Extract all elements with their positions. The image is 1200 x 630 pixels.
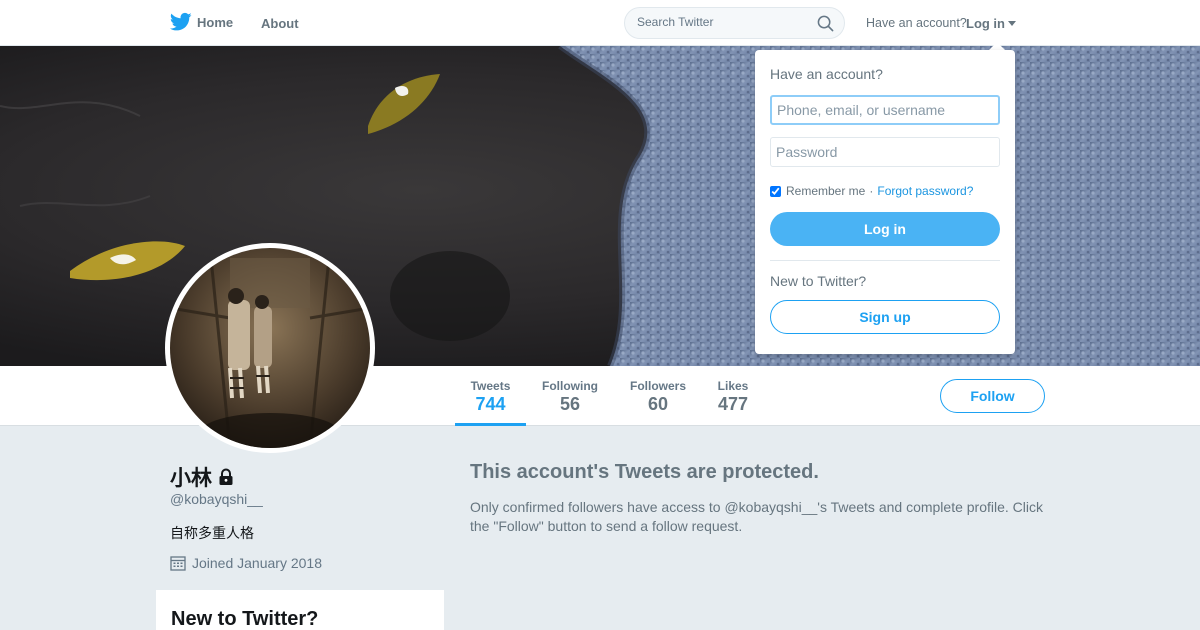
stat-following[interactable]: Following 56	[535, 366, 605, 426]
login-dropdown: Have an account? Remember me · Forgot pa…	[755, 50, 1015, 354]
top-navigation-bar: Home About Have an account? Log in	[0, 0, 1200, 46]
separator: ·	[869, 184, 874, 198]
search-input[interactable]	[637, 15, 807, 29]
nav-home-link[interactable]: Home	[170, 12, 233, 32]
nav-home-label: Home	[197, 14, 234, 30]
stat-likes[interactable]: Likes 477	[710, 366, 756, 426]
remember-me-row: Remember me · Forgot password?	[770, 184, 973, 198]
dropdown-divider	[770, 260, 1000, 261]
chevron-down-icon	[1008, 21, 1016, 26]
stat-tweets-label: Tweets	[470, 379, 511, 393]
signup-card: New to Twitter?	[156, 590, 444, 630]
stat-tweets-value: 744	[475, 394, 506, 414]
profile-handle[interactable]: @kobayqshi__	[170, 491, 263, 507]
lock-icon	[219, 468, 233, 485]
login-button[interactable]: Log in	[770, 212, 1000, 246]
profile-joined-text: Joined January 2018	[192, 555, 322, 571]
forgot-password-link[interactable]: Forgot password?	[877, 184, 973, 198]
stat-tweets[interactable]: Tweets 744	[455, 366, 526, 426]
search-box[interactable]	[624, 7, 845, 39]
login-toggle-label: Log in	[966, 16, 1005, 31]
search-icon[interactable]	[817, 15, 834, 32]
protected-title: This account's Tweets are protected.	[470, 461, 819, 483]
remember-me-label[interactable]: Remember me	[786, 184, 865, 198]
profile-name-text: 小林	[170, 467, 212, 490]
login-dropdown-heading: Have an account?	[770, 66, 883, 82]
password-input[interactable]	[770, 137, 1000, 167]
nav-about-link[interactable]: About	[261, 16, 299, 31]
stat-followers[interactable]: Followers 60	[624, 366, 692, 426]
signup-card-title: New to Twitter?	[171, 608, 319, 630]
stat-following-label: Following	[542, 379, 598, 393]
signup-button[interactable]: Sign up	[770, 300, 1000, 334]
remember-me-checkbox[interactable]	[770, 185, 781, 197]
avatar[interactable]	[165, 243, 375, 453]
stat-likes-value: 477	[717, 394, 749, 414]
new-to-twitter-text: New to Twitter?	[770, 273, 867, 289]
username-input[interactable]	[770, 95, 1000, 125]
stat-likes-label: Likes	[717, 379, 749, 393]
avatar-image	[170, 248, 370, 448]
protected-body: Only confirmed followers have access to …	[470, 499, 1044, 534]
stat-followers-label: Followers	[629, 379, 686, 393]
stat-followers-value: 60	[647, 394, 669, 414]
calendar-icon	[170, 556, 186, 571]
stat-following-value: 56	[559, 394, 581, 414]
have-account-text: Have an account?	[866, 16, 967, 30]
profile-joined: Joined January 2018	[170, 555, 322, 571]
follow-button[interactable]: Follow	[940, 379, 1045, 413]
login-dropdown-toggle[interactable]: Log in	[966, 16, 1016, 31]
profile-name: 小林	[170, 462, 235, 492]
twitter-bird-icon	[170, 12, 192, 31]
profile-bio: 自称多重人格	[170, 525, 254, 541]
